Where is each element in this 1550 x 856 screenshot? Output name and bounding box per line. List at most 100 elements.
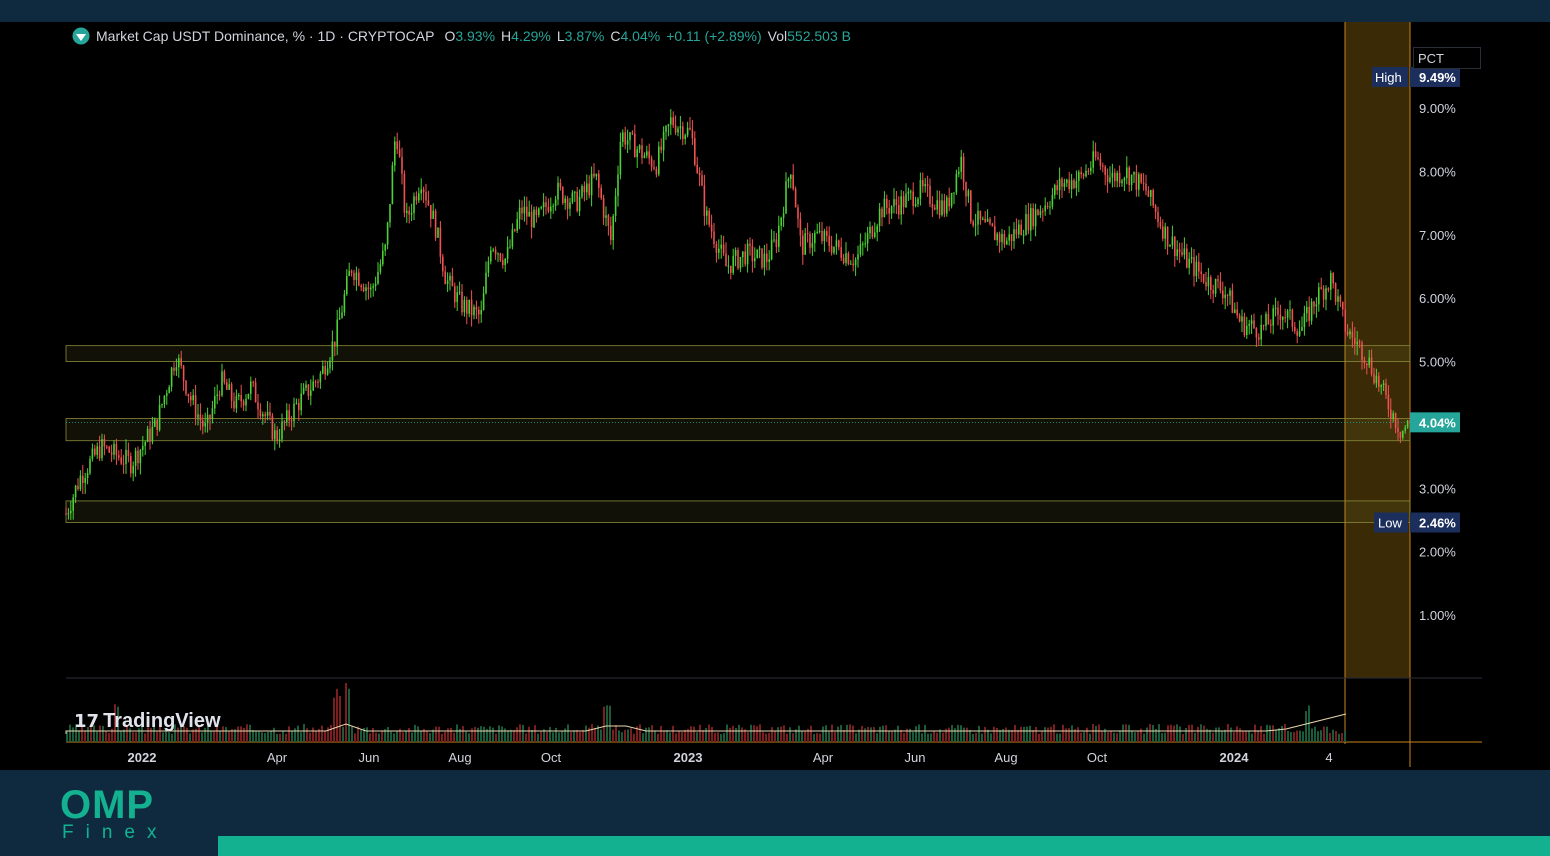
candle-body [986,219,989,222]
volume-bar [987,729,989,742]
support-zone-1 [65,418,1411,442]
candle-body [1260,324,1262,340]
candle-body [341,312,343,318]
volume-bar [1035,726,1037,742]
candle-body [1020,224,1022,236]
candle-body [1392,413,1394,419]
candle-body [1255,327,1258,338]
volume-bar [1275,730,1277,742]
volume-bar [276,733,278,742]
candle-body [444,271,446,285]
volume-bar [1077,727,1079,742]
symbol-title[interactable]: Market Cap USDT Dominance, % · 1D · CRYP… [96,28,434,44]
candle-body [991,223,994,227]
candle-body [1133,172,1135,175]
candle-body [293,403,295,422]
volume-bar [390,731,392,742]
volume-bar [1239,728,1241,742]
candle-body [533,209,535,228]
volume-bar [162,732,164,742]
candle-body [929,185,931,205]
volume-bar [777,727,779,742]
candle-body [1344,309,1346,332]
volume-bar [441,733,443,742]
volume-bar [1113,732,1115,742]
volume-bar [516,727,518,742]
price-chart[interactable]: 9.00% 8.00% 7.00% 6.00% 5.00% 3.00% 2.00% 1.00%… [0,22,1550,770]
candle-body [746,243,749,265]
candle-body [1272,308,1274,326]
candle-body [804,233,806,255]
volume-bar [870,727,872,742]
volume-bar [1293,732,1295,742]
candle-body [485,272,487,294]
volume-bar [627,729,629,742]
candle-body [1080,172,1082,175]
candle-body [689,127,691,130]
volume-bar [756,726,758,742]
candle-body [818,230,821,232]
volume-bar [957,724,959,742]
candle-body [1090,167,1092,172]
low-value-label: 2.46% [1419,515,1456,530]
candle-body [629,132,631,141]
candle-body [110,452,113,455]
candle-body [247,393,250,399]
candle-body [1121,180,1123,184]
candle-body [1282,317,1284,320]
candle-body [874,232,876,237]
volume-bar [972,733,974,742]
volume-bar [1011,729,1013,742]
volume-bar [528,726,530,742]
candle-body [266,411,269,416]
candle-body [701,175,703,186]
candle-body [480,310,482,315]
candle-body [1404,427,1406,431]
volume-bar [1041,731,1043,742]
x-tick-label: 2024 [1220,750,1250,765]
candle-body [454,286,456,303]
candle-body [1111,172,1114,178]
y-tick-label: 3.00% [1419,481,1456,496]
volume-bar [1251,733,1253,742]
volume-bar [429,732,431,742]
volume-bar [912,731,914,742]
volume-bar [369,733,371,742]
candle-body [732,255,734,273]
chart-area[interactable]: 9.00% 8.00% 7.00% 6.00% 5.00% 3.00% 2.00% 1.00%… [0,22,1550,770]
volume-bar [1209,729,1211,742]
candle-body [1070,180,1073,190]
candle-body [770,240,773,260]
volume-bar [324,730,326,742]
volume-bar [1188,724,1190,742]
candle-body [924,184,926,187]
volume-bar [855,733,857,742]
candle-body [156,419,158,430]
scale-mode-button[interactable]: PCT [1413,47,1481,69]
volume-bar [576,729,578,742]
volume-bar [1290,732,1292,742]
y-tick-label: 9.00% [1419,101,1456,116]
volume-bar [1227,724,1229,742]
volume-bar [753,725,755,742]
volume-bar [801,731,803,742]
candle-body [660,146,662,151]
volume-bar [1284,724,1286,742]
candle-body [254,382,257,403]
candle-body [1224,294,1226,299]
volume-bar [201,732,203,742]
volume-bar [240,726,242,742]
volume-bar [609,705,611,742]
volume-bar [1149,724,1151,742]
candle-body [1291,309,1294,327]
candle-body [194,395,197,418]
candle-body [1008,234,1010,241]
candle-body [365,287,367,291]
candle-body [1294,326,1296,332]
volume-bar [1017,729,1019,742]
volume-bar [402,732,404,742]
x-tick-label: 4 [1325,750,1332,765]
candle-body [622,132,624,142]
volume-bar [1272,725,1274,742]
volume-bar [726,724,728,742]
